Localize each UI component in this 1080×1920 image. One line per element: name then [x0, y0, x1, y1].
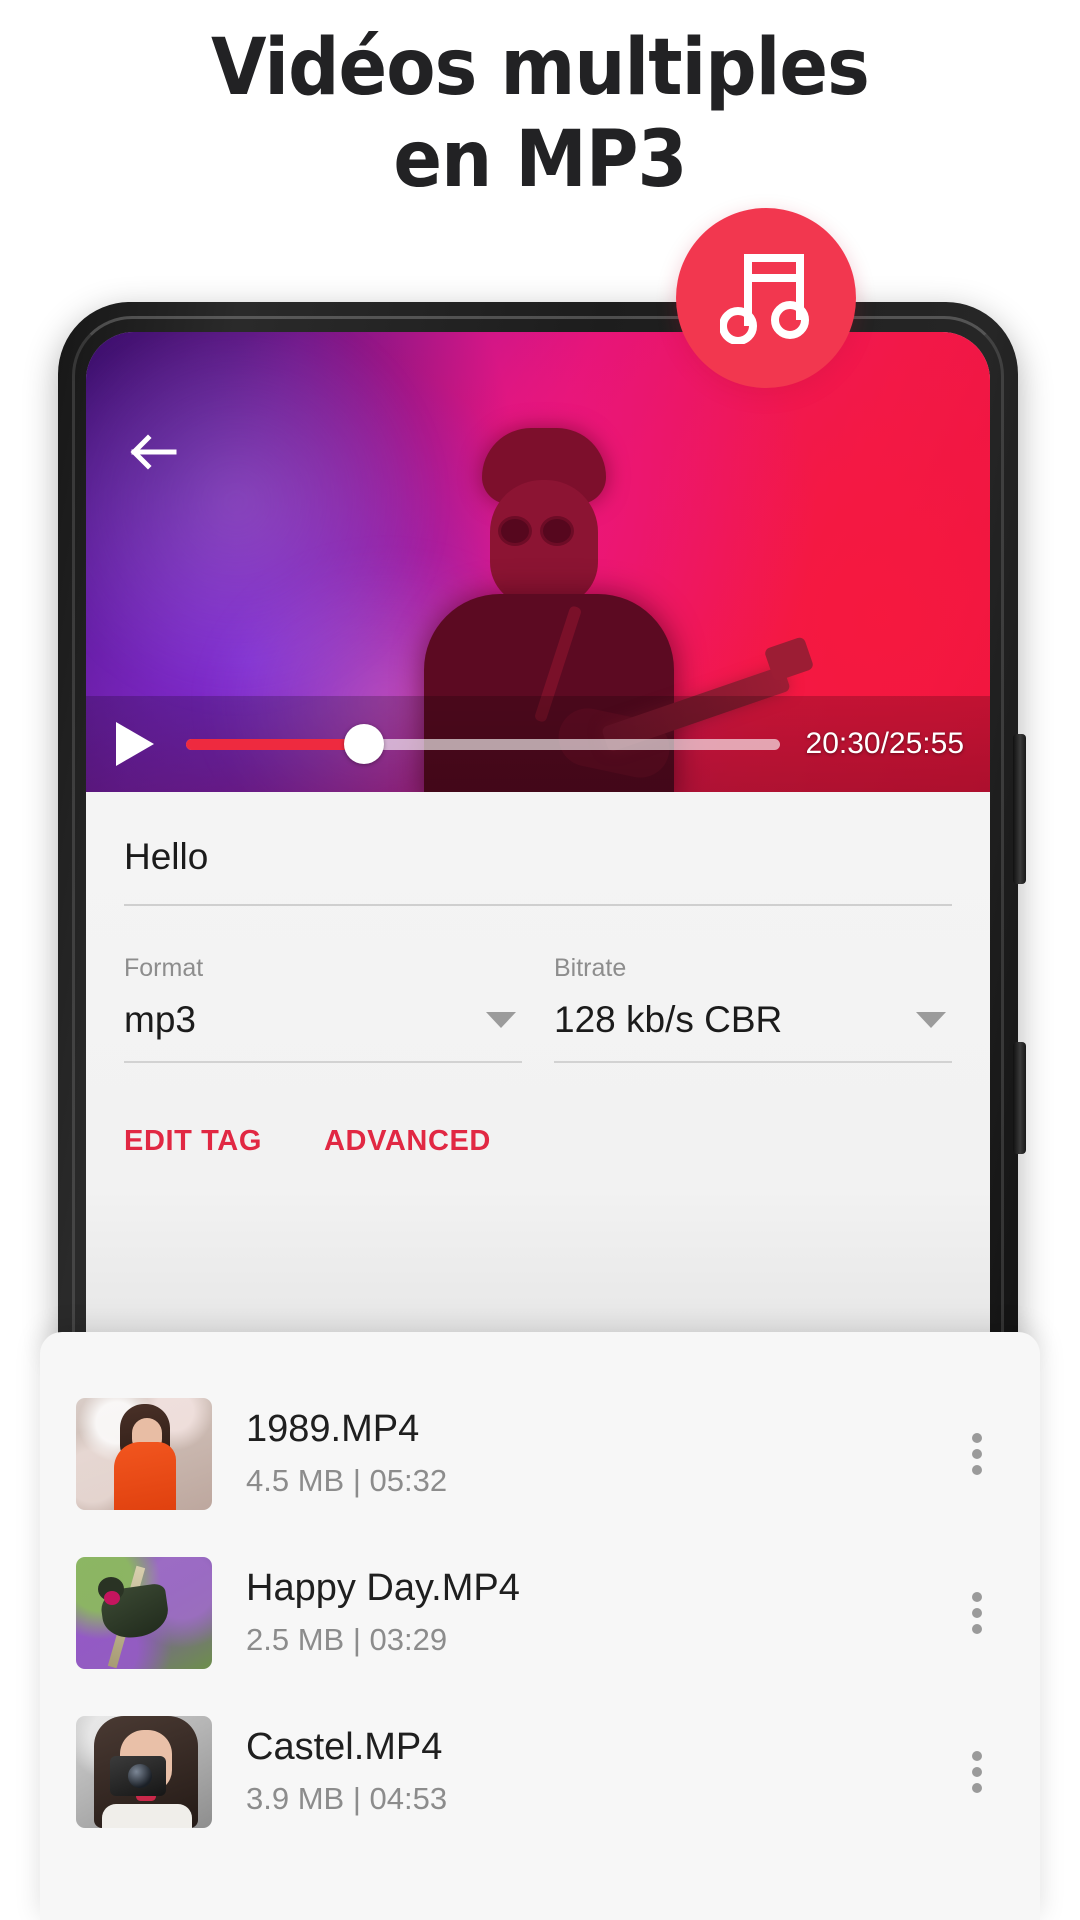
format-select[interactable]: Format mp3 — [124, 954, 522, 1063]
seek-bar[interactable] — [186, 724, 780, 764]
music-note-icon — [719, 248, 812, 349]
overflow-menu-icon[interactable] — [972, 1427, 982, 1481]
app-store-promo-screenshot: Vidéos multiples en MP3 20:30/25:55 Hell… — [0, 0, 1080, 1920]
video-player[interactable]: 20:30/25:55 — [86, 332, 990, 792]
output-name-underline — [124, 904, 952, 906]
file-thumbnail — [76, 1715, 212, 1828]
list-item[interactable]: 1989.MP4 4.5 MB | 05:32 — [40, 1374, 1040, 1533]
phone-screen: 20:30/25:55 Hello Format mp3 Bitrate 128… — [86, 332, 990, 1342]
player-controls: 20:30/25:55 — [86, 696, 990, 792]
chevron-down-icon[interactable] — [916, 1012, 946, 1028]
file-name: 1989.MP4 — [246, 1407, 420, 1450]
bitrate-underline — [554, 1061, 952, 1063]
phone-mockup: 20:30/25:55 Hello Format mp3 Bitrate 128… — [58, 302, 1026, 1342]
page-title-line2: en MP3 — [393, 115, 687, 206]
file-meta: 2.5 MB | 03:29 — [246, 1622, 448, 1658]
file-list-card: 1989.MP4 4.5 MB | 05:32 Happy Day.MP4 2.… — [40, 1332, 1040, 1920]
music-note-badge — [676, 208, 856, 388]
format-bitrate-row: Format mp3 Bitrate 128 kb/s CBR — [124, 954, 952, 1063]
file-info: Castel.MP4 3.9 MB | 04:53 — [212, 1726, 972, 1818]
page-title: Vidéos multiples en MP3 — [43, 22, 1037, 206]
file-thumbnail — [76, 1397, 212, 1510]
bitrate-value: 128 kb/s CBR — [554, 999, 783, 1040]
format-value: mp3 — [124, 999, 196, 1040]
seek-thumb[interactable] — [344, 724, 385, 764]
play-icon[interactable] — [112, 720, 156, 768]
overflow-menu-icon[interactable] — [972, 1586, 982, 1640]
overflow-menu-icon[interactable] — [972, 1745, 982, 1799]
panel-actions: EDIT TAG ADVANCED — [124, 1125, 952, 1158]
file-name: Castel.MP4 — [246, 1725, 443, 1768]
format-underline — [124, 1061, 522, 1063]
bitrate-select[interactable]: Bitrate 128 kb/s CBR — [554, 954, 952, 1063]
list-item[interactable]: Castel.MP4 3.9 MB | 04:53 — [40, 1692, 1040, 1851]
list-item[interactable]: Happy Day.MP4 2.5 MB | 03:29 — [40, 1533, 1040, 1692]
chevron-down-icon[interactable] — [486, 1012, 516, 1028]
power-button[interactable] — [1013, 1042, 1026, 1154]
edit-tag-button[interactable]: EDIT TAG — [124, 1125, 262, 1158]
advanced-button[interactable]: ADVANCED — [324, 1125, 491, 1158]
volume-button[interactable] — [1013, 734, 1026, 884]
file-thumbnail — [76, 1556, 212, 1669]
back-arrow-icon[interactable] — [126, 424, 182, 480]
file-name: Happy Day.MP4 — [246, 1566, 520, 1609]
conversion-settings-panel: Hello Format mp3 Bitrate 128 kb/s CBR ED… — [86, 792, 990, 1342]
file-info: 1989.MP4 4.5 MB | 05:32 — [212, 1408, 972, 1500]
time-display: 20:30/25:55 — [805, 727, 964, 760]
file-meta: 3.9 MB | 04:53 — [246, 1781, 448, 1817]
output-name-field[interactable]: Hello — [124, 792, 952, 906]
seek-progress — [186, 738, 365, 750]
page-title-line1: Vidéos multiples — [211, 23, 870, 113]
bitrate-label: Bitrate — [554, 954, 627, 982]
file-meta: 4.5 MB | 05:32 — [246, 1463, 448, 1499]
format-label: Format — [124, 954, 204, 982]
file-info: Happy Day.MP4 2.5 MB | 03:29 — [212, 1567, 972, 1659]
output-name-value: Hello — [124, 836, 209, 877]
